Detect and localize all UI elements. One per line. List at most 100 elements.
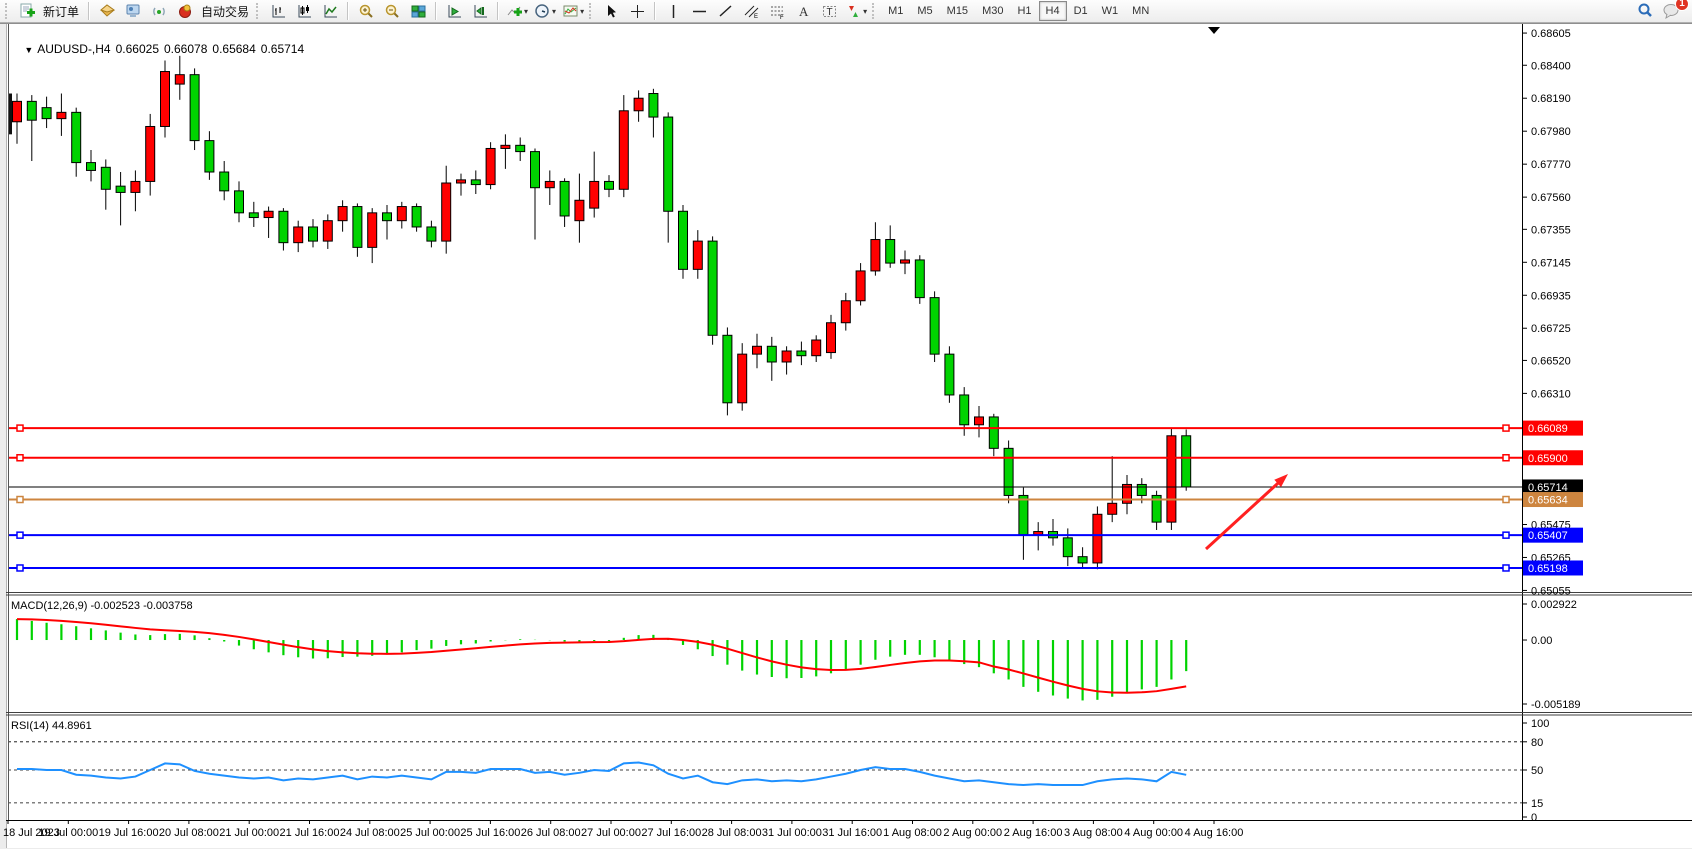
- horizontal-line-button[interactable]: [686, 0, 712, 22]
- candle: [42, 108, 51, 119]
- chart-shift-icon: [472, 3, 489, 20]
- svg-text:0.68190: 0.68190: [1531, 93, 1571, 105]
- line-handle: [17, 532, 23, 538]
- zoom-out-button[interactable]: [379, 0, 405, 22]
- zoom-in-button[interactable]: [353, 0, 379, 22]
- cursor-button[interactable]: [598, 0, 624, 22]
- bar-chart-button[interactable]: [265, 0, 291, 22]
- candle: [427, 227, 436, 241]
- channel-button[interactable]: E: [738, 0, 764, 22]
- candle: [945, 354, 954, 395]
- candle: [57, 112, 66, 118]
- horizontal-line-icon: [691, 3, 708, 20]
- chart-profile-icon: [99, 3, 116, 20]
- trendline-button[interactable]: [712, 0, 738, 22]
- candle: [235, 191, 244, 213]
- templates-button[interactable]: ▾: [559, 0, 587, 22]
- tf-button-h1[interactable]: H1: [1010, 1, 1038, 21]
- text-label-button[interactable]: T: [816, 0, 842, 22]
- svg-text:0.67770: 0.67770: [1531, 159, 1571, 171]
- ohlc-close: 0.65714: [261, 42, 304, 56]
- chart-canvas[interactable]: 0.686050.684000.681900.679800.677700.675…: [0, 22, 1692, 849]
- line-handle: [17, 455, 23, 461]
- chart-window: 0.686050.684000.681900.679800.677700.675…: [0, 22, 1692, 849]
- candle: [1137, 484, 1146, 495]
- chart-symbol-label: ▼AUDUSD-,H40.660250.660780.656840.65714: [11, 28, 309, 70]
- chart-shift-button[interactable]: [467, 0, 493, 22]
- vertical-line-button[interactable]: [660, 0, 686, 22]
- candle: [827, 323, 836, 353]
- candle: [264, 211, 273, 217]
- svg-text:0.67355: 0.67355: [1531, 224, 1571, 236]
- tf-button-h4[interactable]: H4: [1039, 1, 1067, 21]
- tf-button-m15[interactable]: M15: [940, 1, 975, 21]
- chart-profile-button[interactable]: [94, 0, 120, 22]
- svg-text:1 Aug 08:00: 1 Aug 08:00: [883, 827, 942, 839]
- candle: [87, 163, 96, 171]
- chevron-down-icon: ▾: [580, 7, 584, 16]
- line-handle: [17, 425, 23, 431]
- auto-trading-icon: [177, 3, 194, 20]
- candle: [1063, 538, 1072, 557]
- crosshair-button[interactable]: [624, 0, 650, 22]
- candle: [989, 417, 998, 448]
- auto-trading-button[interactable]: [172, 0, 198, 22]
- candle: [960, 395, 969, 425]
- candle: [545, 181, 554, 187]
- fibonacci-button[interactable]: F: [764, 0, 790, 22]
- new-order-button[interactable]: [14, 0, 40, 22]
- signal-button[interactable]: [146, 0, 172, 22]
- svg-text:0.66935: 0.66935: [1531, 290, 1571, 302]
- candle: [560, 181, 569, 216]
- tf-button-m30[interactable]: M30: [975, 1, 1010, 21]
- line-chart-button[interactable]: [317, 0, 343, 22]
- svg-text:A: A: [799, 4, 809, 19]
- notifications-button[interactable]: 1: [1658, 0, 1684, 22]
- ohlc-high: 0.66078: [164, 42, 207, 56]
- text-button[interactable]: A: [790, 0, 816, 22]
- search-button[interactable]: [1632, 0, 1658, 22]
- candle: [812, 340, 821, 356]
- svg-text:0.65634: 0.65634: [1528, 495, 1568, 507]
- candle: [471, 180, 480, 185]
- auto-trading-label[interactable]: 自动交易: [201, 3, 249, 20]
- auto-scroll-button[interactable]: [441, 0, 467, 22]
- candle: [753, 346, 762, 354]
- candle: [841, 301, 850, 323]
- candle: [486, 148, 495, 184]
- indicators-button[interactable]: ▾: [503, 0, 531, 22]
- tf-button-m1[interactable]: M1: [881, 1, 910, 21]
- candle: [294, 227, 303, 243]
- candle: [575, 200, 584, 220]
- new-order-label[interactable]: 新订单: [43, 3, 79, 20]
- cursor-icon: [603, 3, 620, 20]
- symbol-name: AUDUSD-,H4: [37, 42, 110, 56]
- market-depth-button[interactable]: [120, 0, 146, 22]
- svg-text:21 Jul 00:00: 21 Jul 00:00: [219, 827, 279, 839]
- svg-text:0.68605: 0.68605: [1531, 28, 1571, 40]
- chevron-down-icon: ▾: [524, 7, 528, 16]
- tf-button-d1[interactable]: D1: [1067, 1, 1095, 21]
- candlestick-chart-button[interactable]: [291, 0, 317, 22]
- candle: [738, 354, 747, 403]
- svg-text:F: F: [780, 15, 784, 20]
- tf-button-w1[interactable]: W1: [1095, 1, 1126, 21]
- arrows-button[interactable]: ▾: [842, 0, 870, 22]
- price-badge-0.65407: 0.65407: [1523, 528, 1583, 543]
- bar-chart-icon: [270, 3, 287, 20]
- tf-button-m5[interactable]: M5: [910, 1, 939, 21]
- svg-text:19 Jul 16:00: 19 Jul 16:00: [99, 827, 159, 839]
- svg-text:25 Jul 00:00: 25 Jul 00:00: [400, 827, 460, 839]
- candle: [634, 98, 643, 111]
- candle: [767, 346, 776, 362]
- tf-button-mn[interactable]: MN: [1125, 1, 1156, 21]
- zoom-in-icon: [358, 3, 375, 20]
- periods-button[interactable]: ▾: [531, 0, 559, 22]
- chevron-down-icon: ▾: [863, 7, 867, 16]
- svg-text:0.66089: 0.66089: [1528, 423, 1568, 435]
- line-handle: [1503, 425, 1509, 431]
- candle: [1019, 495, 1028, 534]
- symbol-dropdown-icon[interactable]: ▼: [24, 45, 33, 55]
- candle: [693, 241, 702, 269]
- tile-windows-button[interactable]: [405, 0, 431, 22]
